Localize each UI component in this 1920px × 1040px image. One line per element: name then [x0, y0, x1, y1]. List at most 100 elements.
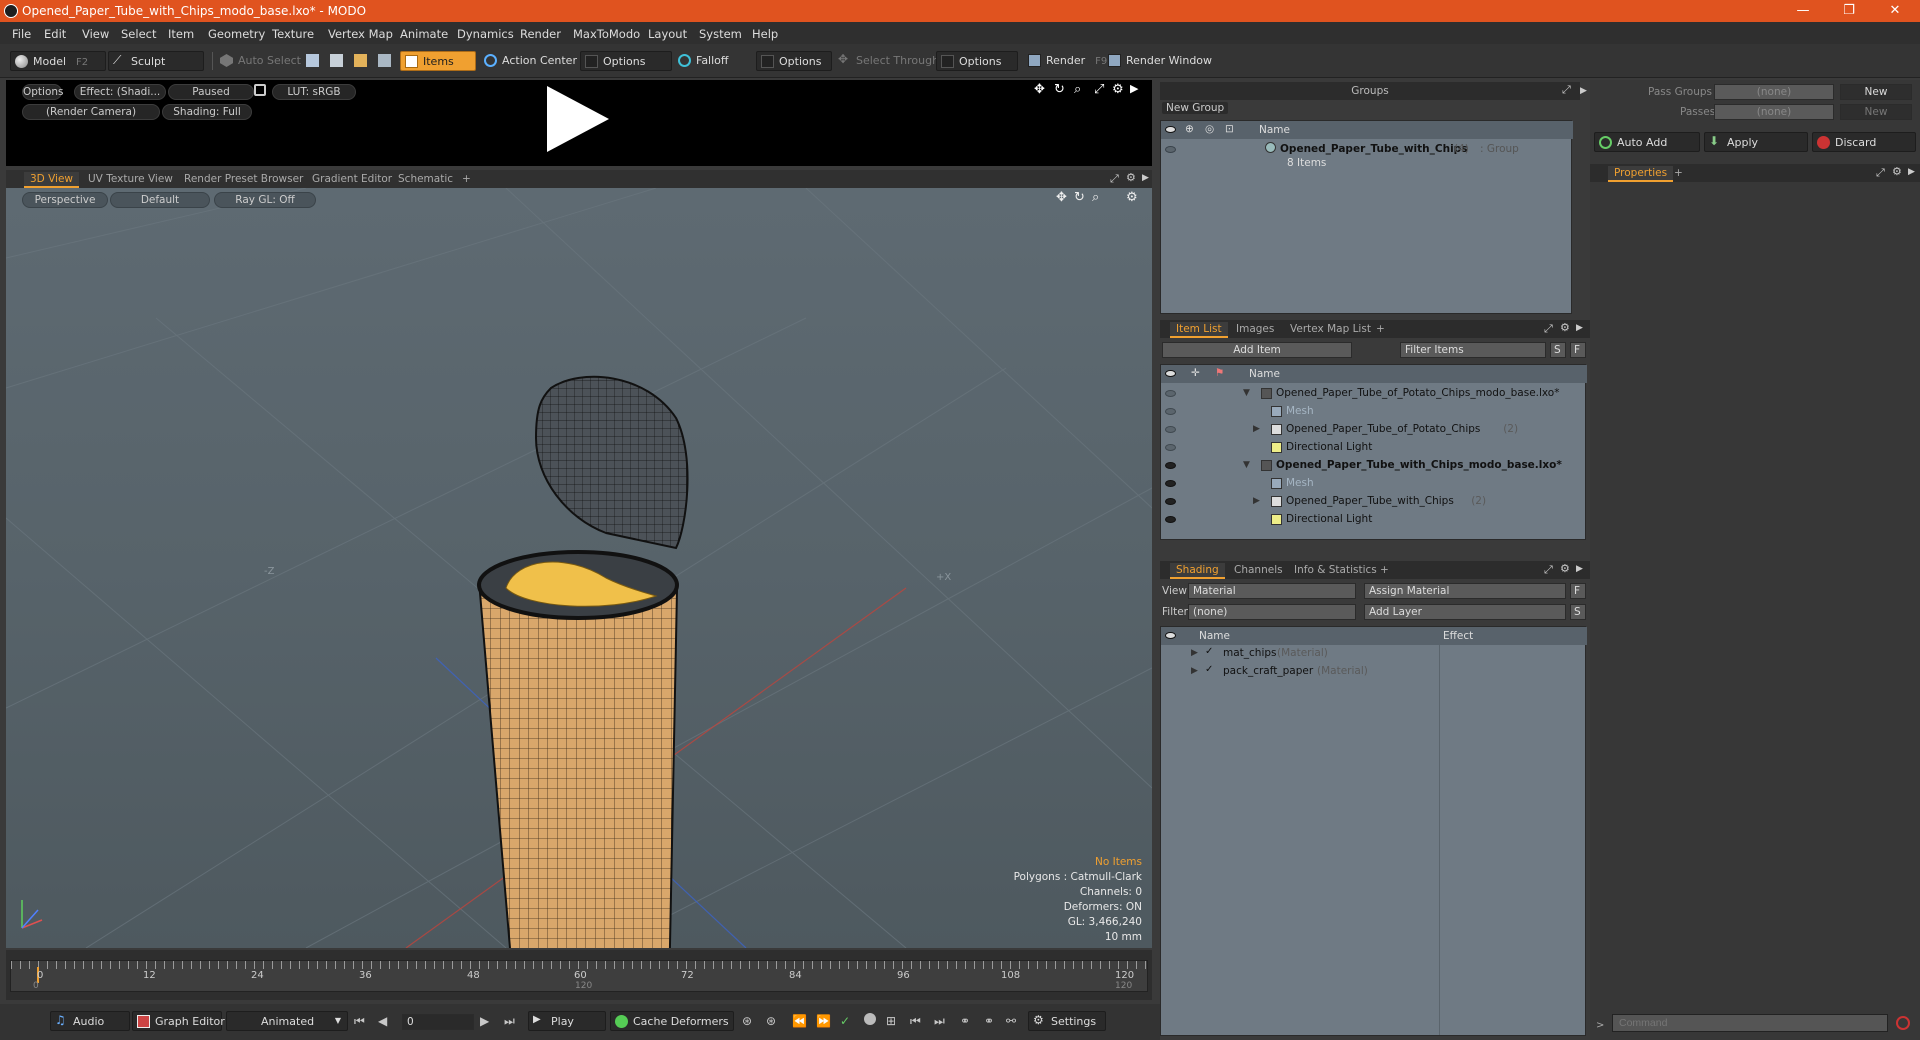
discard-button[interactable]: Discard	[1812, 132, 1916, 152]
gear-icon[interactable]: ⚙	[1560, 321, 1570, 334]
check-icon[interactable]: ✓	[1205, 664, 1213, 675]
assign-material-button[interactable]: Assign Material	[1364, 583, 1566, 599]
prev-frame-icon[interactable]: ◀	[378, 1014, 387, 1028]
tab-shading[interactable]: Shading	[1170, 563, 1225, 579]
expand-arrow-icon[interactable]: ▶	[1580, 86, 1587, 96]
select-polygons-button[interactable]	[350, 51, 372, 71]
prev-key-icon[interactable]: ⏪	[792, 1014, 807, 1028]
model-mode-button[interactable]: Model F2	[10, 51, 106, 71]
cache-deformers-button[interactable]: Cache Deformers	[610, 1011, 734, 1031]
rotate-view-icon[interactable]: ↻	[1074, 190, 1085, 205]
render-icon[interactable]: ⚑	[1215, 367, 1224, 379]
lock-icon[interactable]	[254, 84, 266, 96]
add-item-dropdown[interactable]: Add Item	[1162, 342, 1352, 358]
effect-dropdown[interactable]: Effect: (Shadi...	[74, 84, 166, 100]
search-s-button[interactable]: S	[1550, 342, 1566, 358]
filter-f-button[interactable]: F	[1570, 583, 1586, 599]
play-button[interactable]: ▶ Play	[528, 1011, 606, 1031]
style-dropdown[interactable]: Default	[110, 192, 210, 208]
audio-button[interactable]: ♫ Audio	[50, 1011, 130, 1031]
first-frame-icon[interactable]: ⏮	[354, 1014, 365, 1029]
paused-button[interactable]: Paused	[168, 84, 254, 100]
filter-items-input[interactable]: Filter Items	[1400, 342, 1546, 358]
menu-maxtomodo[interactable]: MaxToModo	[573, 27, 640, 41]
menu-layout[interactable]: Layout	[648, 27, 687, 41]
item-row[interactable]: Mesh	[1161, 403, 1587, 421]
view-dropdown[interactable]: Material	[1188, 583, 1356, 599]
key-icon[interactable]: ⊛	[742, 1014, 752, 1028]
move-view-icon[interactable]: ✥	[1034, 82, 1045, 97]
filter-f-button[interactable]: F	[1570, 342, 1586, 358]
menu-edit[interactable]: Edit	[44, 27, 66, 41]
next-frame-icon[interactable]: ▶	[480, 1014, 489, 1028]
select-through-options-button[interactable]: Options	[936, 51, 1018, 71]
expand-arrow-icon[interactable]: ▶	[1142, 173, 1149, 183]
item-row[interactable]: Directional Light	[1161, 439, 1587, 457]
render-options-button[interactable]: Options	[22, 84, 64, 100]
move-view-icon[interactable]: ✥	[1056, 190, 1067, 205]
menu-animate[interactable]: Animate	[400, 27, 448, 41]
record-icon[interactable]	[864, 1013, 876, 1025]
expand-arrow-icon[interactable]: ▶	[1253, 496, 1260, 506]
menu-dynamics[interactable]: Dynamics	[457, 27, 514, 41]
add-tab-button[interactable]: +	[1668, 166, 1689, 182]
groups-list[interactable]: ⊕ ◎ ⊡ Name Opened_Paper_Tube_with_Chips …	[1160, 120, 1573, 314]
material-row[interactable]: ▶ ✓ mat_chips (Material)	[1161, 645, 1587, 663]
sculpt-mode-button[interactable]: ⟋ Sculpt	[108, 51, 204, 71]
tab-images[interactable]: Images	[1230, 322, 1280, 338]
render-camera-dropdown[interactable]: (Render Camera)	[22, 104, 160, 120]
lock-icon[interactable]: ✛	[1191, 367, 1200, 379]
expand-arrow-icon[interactable]: ▶	[1576, 323, 1583, 333]
frame-input[interactable]: 0	[402, 1014, 474, 1030]
eye-icon[interactable]	[1165, 480, 1176, 487]
shader-tree[interactable]: Name Effect ▶ ✓ mat_chips (Material) ▶ ✓…	[1160, 626, 1587, 1036]
eye-icon[interactable]	[1165, 444, 1176, 451]
expand-arrow-icon[interactable]: ▶	[1130, 82, 1138, 95]
shading-dropdown[interactable]: Shading: Full	[162, 104, 252, 120]
next-key-icon[interactable]: ⏩	[816, 1014, 831, 1028]
item-row[interactable]: ▶ Opened_Paper_Tube_with_Chips (2)	[1161, 493, 1587, 511]
eye-icon[interactable]	[1165, 126, 1176, 133]
falloff-options-button[interactable]: Options	[756, 51, 832, 71]
last-frame-icon[interactable]: ⏭	[504, 1014, 515, 1029]
item-list[interactable]: ✛ ⚑ Name ▼ Opened_Paper_Tube_of_Potato_Ch…	[1160, 364, 1587, 540]
maximize-panel-icon[interactable]: ⤢	[1544, 322, 1553, 336]
gear-icon[interactable]: ⚙	[1126, 190, 1138, 205]
command-input[interactable]	[1612, 1014, 1888, 1032]
eye-icon[interactable]	[1165, 408, 1176, 415]
maximize-button[interactable]: ❐	[1826, 0, 1872, 22]
apply-button[interactable]: ⬇ Apply	[1704, 132, 1808, 152]
select-vertices-button[interactable]	[302, 51, 324, 71]
zoom-view-icon[interactable]: ⌕	[1092, 190, 1099, 205]
item-row[interactable]: Mesh	[1161, 475, 1587, 493]
new-group-button[interactable]: New Group	[1162, 102, 1229, 114]
skip-forward-icon[interactable]: ⏭	[934, 1014, 945, 1029]
menu-texture[interactable]: Texture	[272, 27, 314, 41]
maximize-panel-icon[interactable]: ⤢	[1544, 563, 1553, 577]
menu-system[interactable]: System	[699, 27, 742, 41]
maximize-panel-icon[interactable]: ⤢	[1110, 172, 1119, 186]
maximize-panel-icon[interactable]: ⤢	[1562, 83, 1571, 97]
eye-icon[interactable]	[1165, 632, 1176, 639]
add-layer-dropdown[interactable]: Add Layer	[1364, 604, 1566, 620]
auto-add-button[interactable]: Auto Add	[1594, 132, 1700, 152]
gear-icon[interactable]: ⚙	[1560, 562, 1570, 575]
select-through-button[interactable]: ✥ Select Through	[834, 51, 939, 71]
play-icon[interactable]	[547, 86, 609, 152]
item-row[interactable]: ▼ Opened_Paper_Tube_of_Potato_Chips_modo_…	[1161, 385, 1587, 403]
render-button[interactable]: Render F9	[1024, 51, 1108, 71]
menu-vertex-map[interactable]: Vertex Map	[328, 27, 393, 41]
command-history-icon[interactable]	[1896, 1016, 1910, 1030]
tab-channels[interactable]: Channels	[1228, 563, 1289, 579]
tab-item-list[interactable]: Item List	[1170, 322, 1228, 338]
new-pass-button[interactable]: New	[1840, 104, 1912, 120]
zoom-view-icon[interactable]: ⌕	[1074, 82, 1081, 97]
tab-schematic[interactable]: Schematic	[392, 172, 459, 188]
expand-arrow-icon[interactable]: ▶	[1908, 167, 1915, 177]
items-mode-button[interactable]: Items	[400, 51, 476, 71]
filter-dropdown[interactable]: (none)	[1188, 604, 1356, 620]
select-icon[interactable]: ⊡	[1225, 123, 1234, 135]
gear-icon[interactable]: ⚙	[1112, 82, 1124, 97]
menu-view[interactable]: View	[82, 27, 109, 41]
perspective-dropdown[interactable]: Perspective	[22, 192, 108, 208]
